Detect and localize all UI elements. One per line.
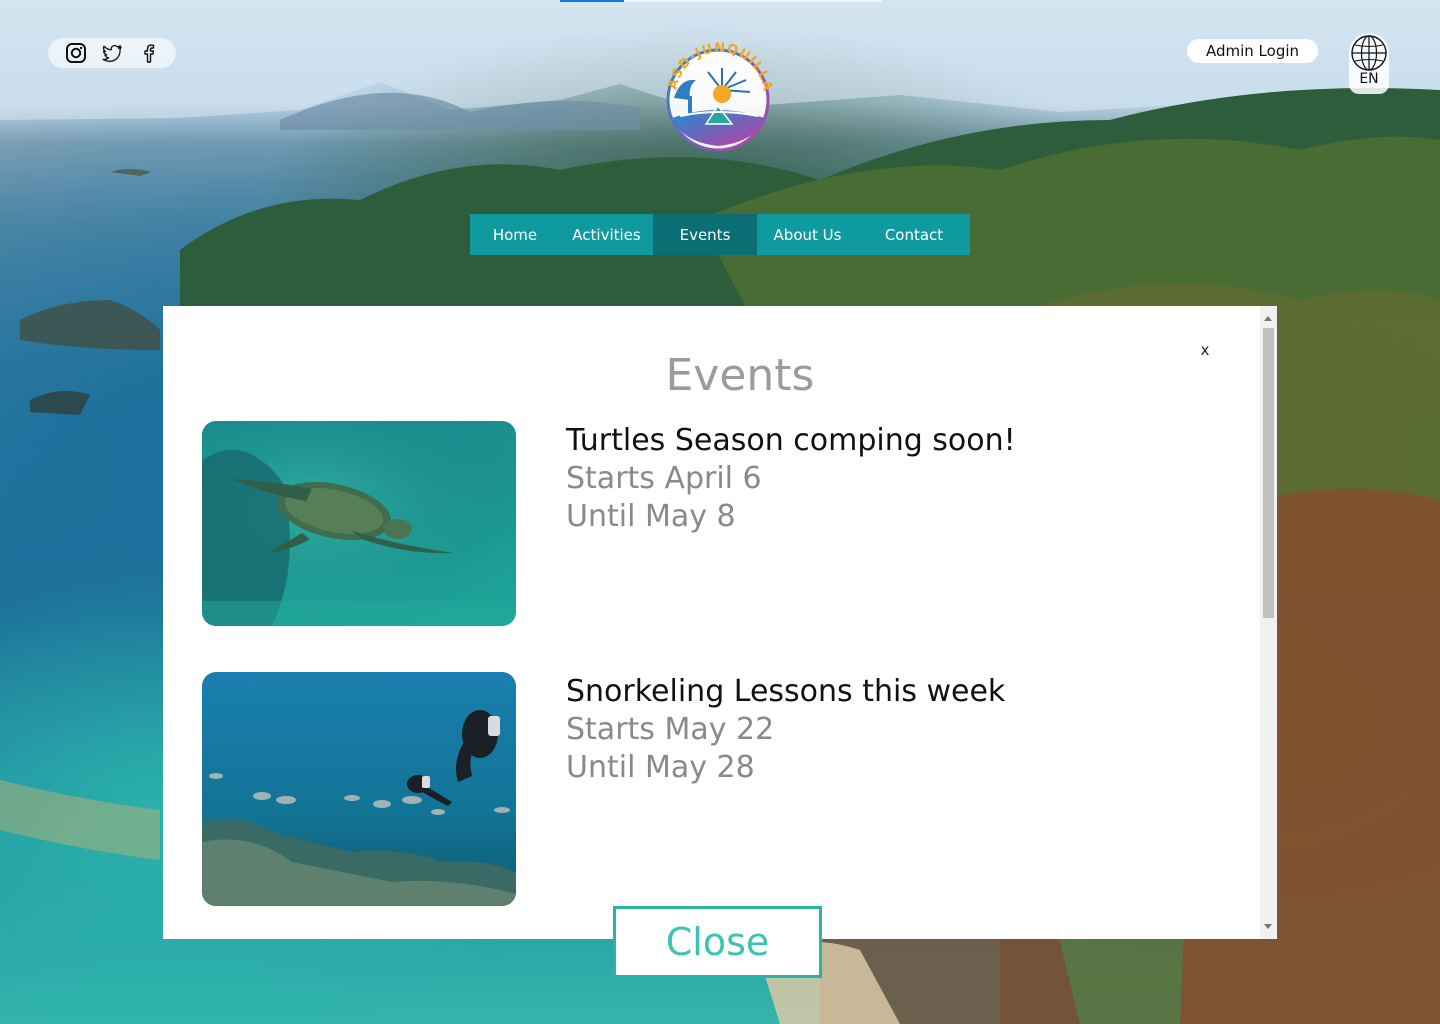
modal-scrollbar[interactable] [1260, 306, 1277, 939]
twitter-icon[interactable] [101, 42, 123, 64]
event-item[interactable]: Snorkeling Lessons this week Starts May … [202, 672, 1242, 906]
scrollbar-thumb[interactable] [1263, 328, 1274, 618]
globe-icon [1351, 35, 1387, 71]
language-selector[interactable]: EN [1349, 33, 1389, 94]
nav-item-contact[interactable]: Contact [858, 214, 970, 255]
scroll-up-arrow-icon[interactable] [1264, 316, 1272, 321]
event-start-date: Starts May 22 [566, 712, 775, 747]
top-progress-strip [560, 0, 882, 2]
social-links [48, 38, 176, 68]
event-end-date: Until May 28 [566, 750, 755, 785]
event-title: Turtles Season comping soon! [566, 423, 1016, 458]
nav-item-activities[interactable]: Activities [560, 214, 653, 255]
modal-title: Events [665, 350, 815, 401]
scroll-down-arrow-icon[interactable] [1264, 924, 1272, 929]
admin-login-button[interactable]: Admin Login [1187, 39, 1318, 63]
nav-item-home[interactable]: Home [470, 214, 560, 255]
close-button[interactable]: Close [613, 906, 822, 978]
event-image-snorkeling [202, 672, 516, 906]
event-image-turtle [202, 421, 516, 626]
main-nav: Home Activities Events About Us Contact [470, 214, 970, 255]
language-code: EN [1359, 71, 1379, 87]
site-logo[interactable]: ASD-JUNQUILLAL [655, 27, 778, 156]
instagram-icon[interactable] [65, 42, 87, 64]
event-item[interactable]: Turtles Season comping soon! Starts Apri… [202, 421, 1242, 626]
events-modal: Events x Turtles Season comping soon! St… [163, 306, 1277, 939]
event-start-date: Starts April 6 [566, 461, 762, 496]
nav-item-about-us[interactable]: About Us [757, 214, 858, 255]
modal-close-x-button[interactable]: x [1193, 338, 1217, 362]
event-title: Snorkeling Lessons this week [566, 674, 1006, 709]
nav-item-events[interactable]: Events [653, 214, 757, 255]
facebook-icon[interactable] [137, 42, 159, 64]
top-progress-fill [560, 0, 625, 2]
event-end-date: Until May 8 [566, 499, 736, 534]
